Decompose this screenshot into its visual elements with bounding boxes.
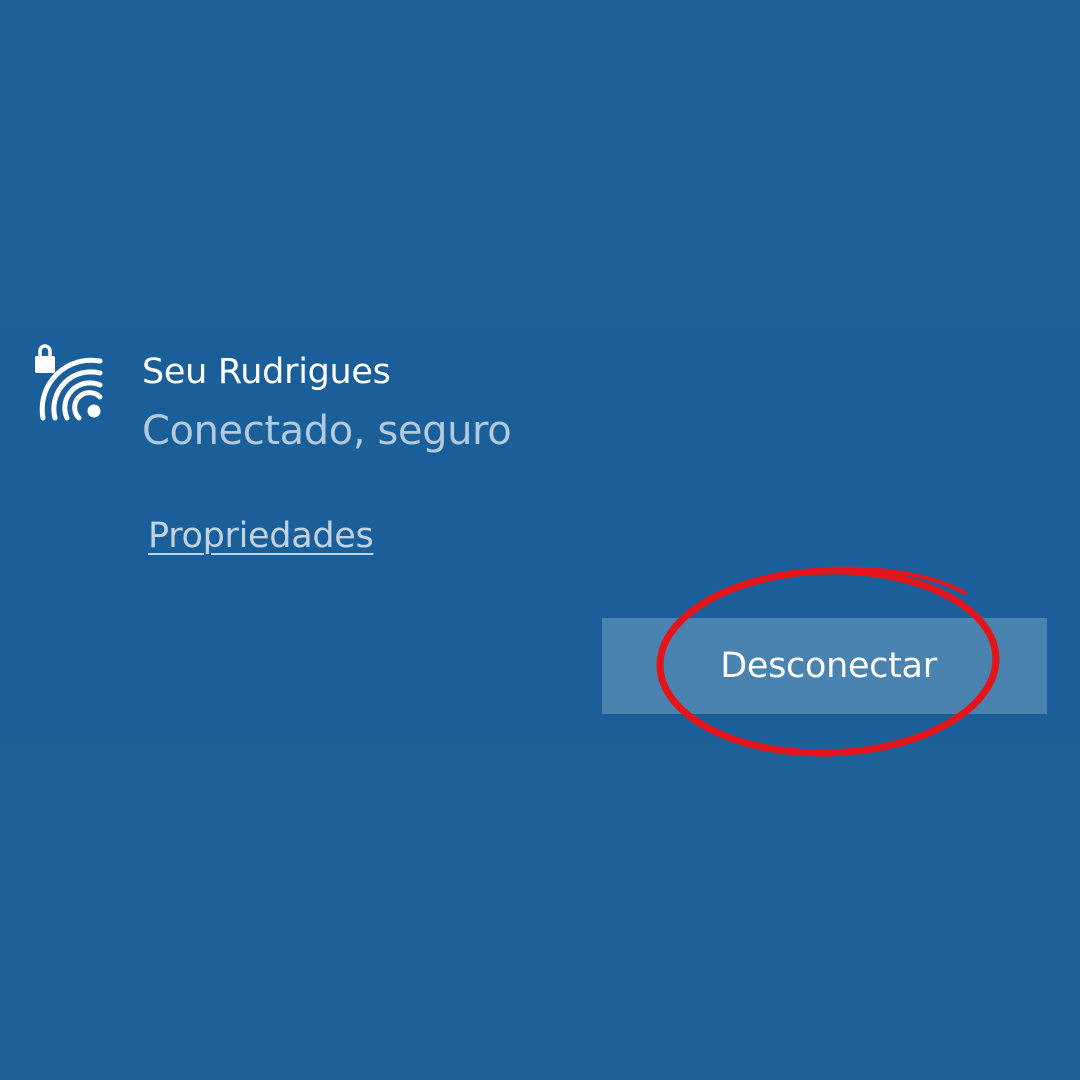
connection-status: Conectado, seguro xyxy=(142,408,512,454)
disconnect-button-label: Desconectar xyxy=(720,646,937,686)
properties-link[interactable]: Propriedades xyxy=(148,513,374,559)
network-name: Seu Rudrigues xyxy=(142,352,391,392)
disconnect-button[interactable]: Desconectar xyxy=(602,618,1047,714)
wifi-secured-icon xyxy=(35,344,103,421)
